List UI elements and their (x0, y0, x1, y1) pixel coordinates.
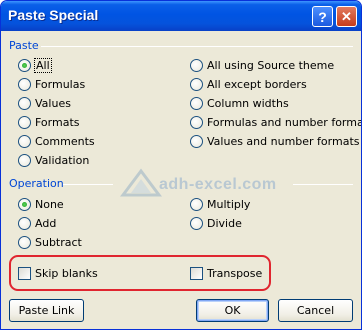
transpose-checkbox[interactable]: Transpose (190, 265, 262, 281)
paste-option-label: Column widths (207, 96, 289, 110)
paste-option-formulas[interactable]: Formulas (18, 76, 85, 92)
radio-button[interactable] (190, 77, 203, 91)
radio-button[interactable] (190, 134, 203, 148)
paste-section-label: Paste (9, 39, 39, 52)
radio-button[interactable] (18, 235, 31, 249)
operation-option-label: Divide (207, 216, 242, 230)
watermark-text: adh-excel.com (159, 176, 277, 193)
paste-option-formulas-number-formats[interactable]: Formulas and number formats (190, 114, 362, 130)
paste-option-column-widths[interactable]: Column widths (190, 95, 289, 111)
radio-button[interactable] (190, 197, 203, 211)
paste-option-label: Values and number formats (207, 134, 360, 148)
paste-option-comments[interactable]: Comments (18, 133, 95, 149)
operation-option-divide[interactable]: Divide (190, 215, 242, 231)
radio-button[interactable] (190, 216, 203, 230)
paste-option-label: Formats (35, 115, 80, 129)
radio-button[interactable] (190, 115, 203, 129)
radio-selected-dot (22, 62, 27, 68)
paste-option-formats[interactable]: Formats (18, 114, 80, 130)
radio-button[interactable] (18, 58, 31, 72)
paste-option-all[interactable]: All (18, 57, 52, 73)
operation-separator (63, 184, 113, 185)
operation-option-label: None (35, 197, 64, 211)
cancel-button[interactable]: Cancel (278, 299, 353, 322)
watermark-logo-icon (120, 168, 162, 197)
paste-special-dialog: Paste Special ? ✕ Paste All Formulas Val… (0, 0, 362, 330)
operation-option-none[interactable]: None (18, 196, 64, 212)
radio-button[interactable] (18, 197, 31, 211)
paste-option-values[interactable]: Values (18, 95, 71, 111)
operation-option-label: Add (35, 216, 57, 230)
paste-option-label: Formulas (35, 77, 86, 91)
paste-option-all-except-borders[interactable]: All except borders (190, 76, 307, 92)
radio-button[interactable] (190, 58, 203, 72)
operation-option-multiply[interactable]: Multiply (190, 196, 250, 212)
checkbox-box[interactable] (18, 266, 31, 280)
paste-option-all-source-theme[interactable]: All using Source theme (190, 57, 334, 73)
skip-blanks-label: Skip blanks (35, 266, 98, 280)
paste-option-label: Formulas and number formats (207, 115, 362, 129)
radio-button[interactable] (18, 77, 31, 91)
paste-option-values-number-formats[interactable]: Values and number formats (190, 133, 360, 149)
paste-option-label: Comments (35, 134, 95, 148)
paste-option-label: All except borders (207, 77, 307, 91)
radio-button[interactable] (18, 216, 31, 230)
help-button[interactable]: ? (312, 6, 333, 27)
paste-option-label: Validation (35, 153, 90, 167)
radio-button[interactable] (18, 134, 31, 148)
radio-button[interactable] (18, 96, 31, 110)
paste-option-label: Values (35, 96, 71, 110)
dialog-title: Paste Special (8, 7, 99, 23)
operation-separator-right (293, 184, 353, 185)
ok-button[interactable]: OK (196, 299, 269, 322)
operation-section-label: Operation (9, 177, 64, 190)
paste-link-button[interactable]: Paste Link (9, 299, 84, 322)
checkbox-box[interactable] (190, 266, 203, 280)
operation-option-label: Subtract (35, 235, 82, 249)
title-bar[interactable]: Paste Special ? ✕ (1, 1, 361, 31)
radio-button[interactable] (18, 153, 31, 167)
operation-option-label: Multiply (207, 197, 251, 211)
paste-separator (41, 46, 353, 47)
radio-button[interactable] (190, 96, 203, 110)
skip-blanks-checkbox[interactable]: Skip blanks (18, 265, 98, 281)
paste-option-label: All (34, 57, 52, 73)
paste-option-label: All using Source theme (207, 58, 335, 72)
radio-selected-dot (22, 201, 27, 207)
operation-option-subtract[interactable]: Subtract (18, 234, 82, 250)
radio-button[interactable] (18, 115, 31, 129)
paste-option-validation[interactable]: Validation (18, 152, 89, 168)
transpose-label: Transpose (207, 266, 263, 280)
close-button[interactable]: ✕ (336, 6, 357, 27)
operation-option-add[interactable]: Add (18, 215, 56, 231)
